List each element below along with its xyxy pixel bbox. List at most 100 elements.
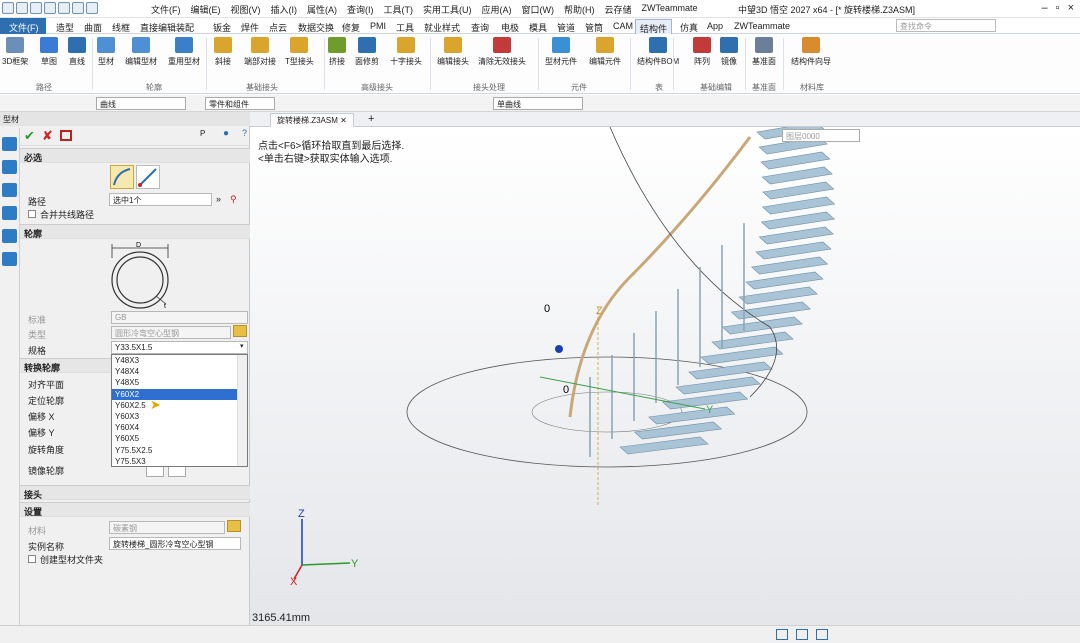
spec-combo[interactable]: Y33.5X1.5 xyxy=(111,341,248,354)
history-icon[interactable] xyxy=(2,160,17,174)
ribbon-tab[interactable]: 数据交换 xyxy=(294,19,338,34)
menu-item[interactable]: 插入(I) xyxy=(266,3,303,16)
document-tab[interactable]: 旋转楼梯.Z3ASM ✕ xyxy=(270,113,354,127)
ribbon-button[interactable]: 草图 xyxy=(40,37,58,67)
merge-path-checkbox[interactable] xyxy=(28,210,36,218)
ribbon-tab[interactable]: App xyxy=(703,19,727,34)
ribbon-tab[interactable]: 造型 xyxy=(52,19,78,34)
info-icon[interactable]: ● xyxy=(223,128,229,139)
ribbon-button[interactable]: 基准面 xyxy=(752,37,776,67)
ribbon-tab[interactable]: 模具 xyxy=(525,19,551,34)
ribbon-button[interactable]: 型材元件 xyxy=(545,37,577,67)
ribbon-tab[interactable]: 管筒 xyxy=(581,19,607,34)
print-icon[interactable] xyxy=(58,2,70,14)
display-icon[interactable] xyxy=(796,629,808,640)
folder-icon[interactable] xyxy=(233,325,247,337)
ribbon-button[interactable]: 直线 xyxy=(68,37,86,67)
ribbon-tab[interactable]: CAM xyxy=(609,19,637,34)
spec-option[interactable]: Y48X3 xyxy=(112,355,247,366)
spec-option[interactable]: Y60X3 xyxy=(112,411,247,422)
menu-item[interactable]: 视图(V) xyxy=(226,3,266,16)
pin-icon[interactable]: P xyxy=(200,129,205,138)
menu-item[interactable]: 应用(A) xyxy=(477,3,517,16)
ribbon-tab[interactable]: ZWTeammate xyxy=(730,19,794,34)
ribbon-button[interactable]: 重用型材 xyxy=(168,37,200,67)
close-icon[interactable]: × xyxy=(1068,2,1074,14)
handle-point[interactable] xyxy=(555,345,563,353)
staircase-model[interactable]: Z Y 0 0 Z Y X xyxy=(250,121,1080,625)
menu-item[interactable]: 工具(T) xyxy=(379,3,419,16)
undo-icon[interactable] xyxy=(72,2,84,14)
spec-option[interactable]: Y60X2 xyxy=(112,388,247,400)
menu-item[interactable]: 实用工具(U) xyxy=(418,3,477,16)
layer-combo[interactable]: 图层0000 xyxy=(782,129,860,142)
ribbon-tab[interactable]: 工具 xyxy=(392,19,418,34)
ribbon-button[interactable]: 十字接头 xyxy=(390,37,422,67)
save-icon[interactable] xyxy=(44,2,56,14)
ribbon-tab[interactable]: 就业样式 xyxy=(420,19,464,34)
ribbon-button[interactable]: 面修剪 xyxy=(355,37,379,67)
ribbon-button[interactable]: 斜接 xyxy=(214,37,232,67)
dropdown-scrollbar[interactable] xyxy=(237,355,247,466)
part-icon[interactable] xyxy=(2,206,17,220)
ribbon-tab[interactable]: 点云 xyxy=(265,19,291,34)
path-curve-icon[interactable] xyxy=(110,165,134,189)
ribbon-button[interactable]: 清除无效接头 xyxy=(478,37,526,67)
add-tab-icon[interactable]: + xyxy=(368,113,374,125)
cancel-x-icon[interactable]: ✘ xyxy=(42,128,53,144)
layer-icon[interactable] xyxy=(2,183,17,197)
ribbon-button[interactable]: 镜像 xyxy=(720,37,738,67)
ribbon-tab[interactable]: 装配 xyxy=(172,19,198,34)
spec-option[interactable]: Y48X4 xyxy=(112,366,247,377)
command-search-input[interactable]: 查找命令 xyxy=(896,19,996,32)
path-line-icon[interactable] xyxy=(136,165,160,189)
spec-option[interactable]: Y60X5 xyxy=(112,433,247,444)
menu-item[interactable]: 编辑(E) xyxy=(186,3,226,16)
ribbon-tab[interactable]: 曲面 xyxy=(80,19,106,34)
ribbon-button[interactable]: 阵列 xyxy=(693,37,711,67)
ribbon-tab[interactable]: 钣金 xyxy=(209,19,235,34)
menu-item[interactable]: 查询(I) xyxy=(342,3,379,16)
ribbon-button[interactable]: 编辑型材 xyxy=(125,37,157,67)
reset-pin-icon[interactable]: ⚲ xyxy=(230,194,237,205)
instance-name-field[interactable]: 旋转楼梯_圆形冷弯空心型钢 xyxy=(109,537,241,550)
ribbon-button[interactable]: 端部对接 xyxy=(244,37,276,67)
ribbon-button[interactable]: 编辑接头 xyxy=(437,37,469,67)
create-folder-checkbox[interactable] xyxy=(28,555,36,563)
spec-option[interactable]: Y60X2.5 xyxy=(112,400,247,411)
section-transform[interactable]: 转换轮廓 xyxy=(20,358,112,373)
ribbon-button[interactable]: 编辑元件 xyxy=(589,37,621,67)
spec-option[interactable]: Y75.5X2.5 xyxy=(112,445,247,456)
spec-option[interactable]: Y60X4 xyxy=(112,422,247,433)
spec-option[interactable]: Y48X5 xyxy=(112,377,247,388)
restore-icon[interactable]: ▫ xyxy=(1056,2,1060,14)
ribbon-button[interactable]: T型接头 xyxy=(285,37,314,67)
menu-item[interactable]: 云存储 xyxy=(600,3,637,16)
render-icon[interactable] xyxy=(2,229,17,243)
ribbon-tab[interactable]: 电极 xyxy=(497,19,523,34)
ribbon-tab[interactable]: PMI xyxy=(366,19,390,34)
user-icon[interactable] xyxy=(2,252,17,266)
ribbon-tab[interactable]: 管道 xyxy=(553,19,579,34)
ok-check-icon[interactable]: ✔ xyxy=(24,128,35,144)
ribbon-button[interactable]: 3D框架 xyxy=(2,37,28,67)
component-filter-combo[interactable]: 零件和组件 xyxy=(205,97,275,110)
ribbon-tab[interactable]: 焊件 xyxy=(237,19,263,34)
open-file-icon[interactable] xyxy=(30,2,42,14)
file-tab[interactable]: 文件(F) xyxy=(0,18,46,34)
menu-item[interactable]: 属性(A) xyxy=(302,3,342,16)
model-tree-icon[interactable] xyxy=(2,137,17,151)
select-mode-combo[interactable]: 单曲线 xyxy=(493,97,583,110)
apply-icon[interactable] xyxy=(60,130,72,141)
material-folder-icon[interactable] xyxy=(227,520,241,532)
ribbon-tab[interactable]: 仿真 xyxy=(676,19,702,34)
menu-item[interactable]: ZWTeammate xyxy=(637,3,703,16)
redo-icon[interactable] xyxy=(86,2,98,14)
new-file-icon[interactable] xyxy=(16,2,28,14)
ribbon-button[interactable]: 结构件向导 xyxy=(791,37,831,67)
section-required[interactable]: 必选 xyxy=(20,148,250,163)
view-mode-icon[interactable] xyxy=(776,629,788,640)
section-profile[interactable]: 轮廓 xyxy=(20,224,250,239)
ribbon-tab[interactable]: 线框 xyxy=(108,19,134,34)
grid-icon[interactable] xyxy=(816,629,828,640)
